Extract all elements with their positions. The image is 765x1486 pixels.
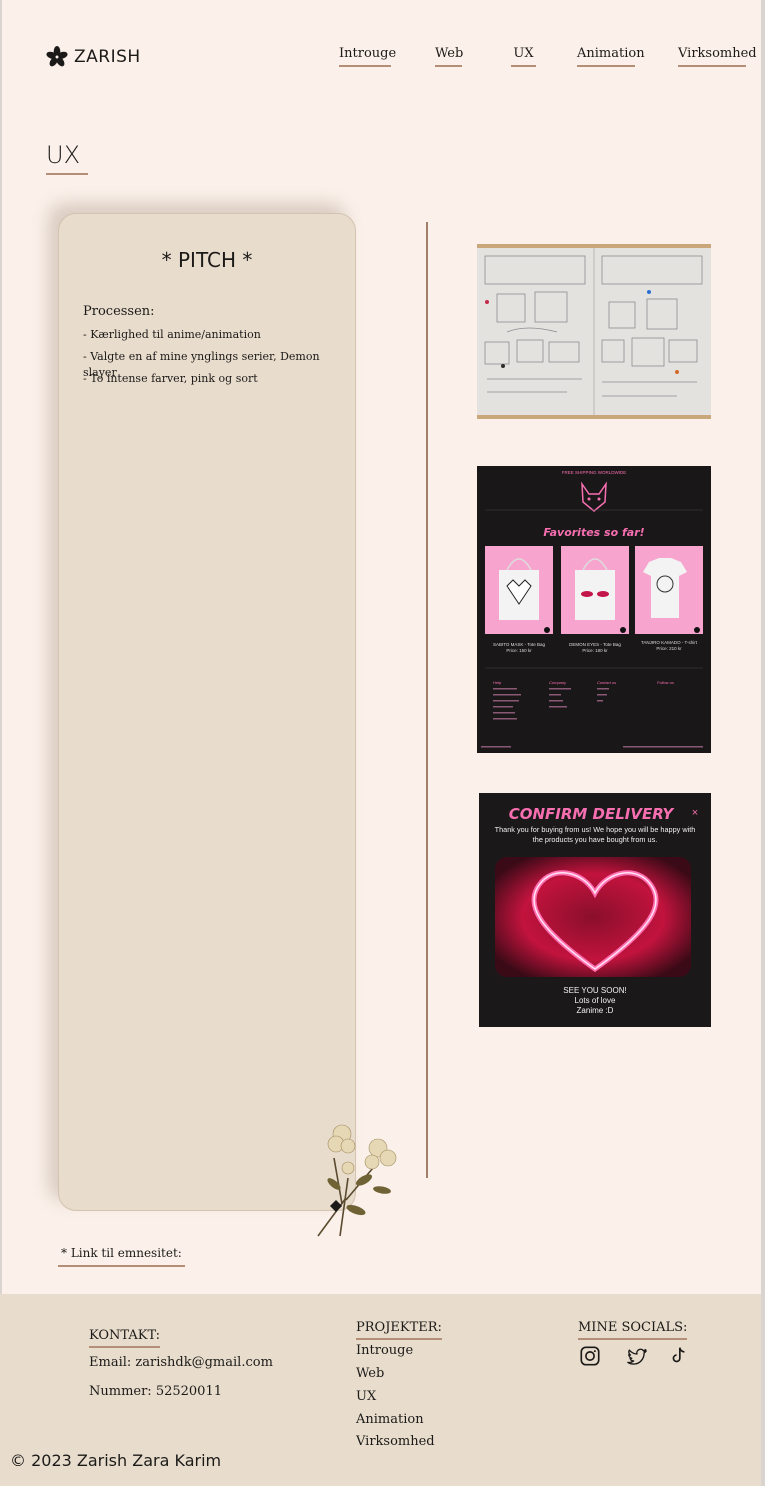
footer-socials-heading: MINE SOCIALS: bbox=[578, 1320, 688, 1340]
shop-heading: Favorites so far! bbox=[543, 526, 644, 539]
pitch-item: - Valgte en af mine ynglings serier, Dem… bbox=[83, 350, 320, 379]
product-price: Price: 210 kr bbox=[656, 646, 682, 651]
confirm-line: Lots of love bbox=[575, 996, 616, 1005]
pitch-list: - Kærlighed til anime/animation - Valgte… bbox=[83, 327, 355, 393]
nav-ux[interactable]: UX bbox=[511, 46, 536, 67]
pitch-item: - To intense farver, pink og sort bbox=[83, 372, 258, 385]
logo[interactable]: ZARISH bbox=[46, 46, 141, 68]
pitch-title: * PITCH * bbox=[161, 248, 253, 272]
footer-project-link[interactable]: Introuge bbox=[356, 1343, 413, 1358]
dried-flowers-icon bbox=[317, 1124, 397, 1237]
shop-footer-col: Company bbox=[549, 680, 567, 685]
footer-projects-heading: PROJEKTER: bbox=[356, 1320, 442, 1340]
vertical-divider bbox=[426, 222, 428, 1178]
confirm-mockup-drawing: CONFIRM DELIVERY × Thank you for buying … bbox=[494, 805, 699, 1015]
shop-mockup: FREE SHIPPING WORLDWIDE Favorites so far… bbox=[477, 466, 711, 753]
footer-project-link[interactable]: Web bbox=[356, 1366, 384, 1381]
pitch-item: - Kærlighed til anime/animation bbox=[83, 328, 261, 341]
footer-project-link[interactable]: UX bbox=[356, 1389, 376, 1404]
frame-border-right bbox=[761, 0, 765, 1486]
nav-virksomhed[interactable]: Virksomhed bbox=[678, 46, 757, 67]
shop-mockup-drawing: FREE SHIPPING WORLDWIDE Favorites so far… bbox=[481, 470, 703, 748]
fox-mask-logo-icon bbox=[581, 481, 607, 512]
product-name: DEMON EYES - Tote Bag bbox=[569, 642, 621, 647]
product-name: TANJIRO KAMADO - T-shirt bbox=[641, 640, 698, 645]
frame-border-left bbox=[0, 0, 2, 1486]
confirm-body: Thank you for buying from us! We hope yo… bbox=[494, 825, 696, 844]
pitch-card: * PITCH * Processen: - Kærlighed til ani… bbox=[58, 213, 356, 1211]
shop-footer-col: Contact us bbox=[597, 680, 616, 685]
footer-project-link[interactable]: Animation bbox=[356, 1412, 424, 1427]
footer-email[interactable]: Email: zarishdk@gmail.com bbox=[89, 1355, 273, 1370]
course-site-link[interactable]: * Link til emnesitet: bbox=[58, 1246, 185, 1267]
logo-text: ZARISH bbox=[74, 47, 141, 67]
flower-logo-icon bbox=[46, 46, 68, 67]
nav-web[interactable]: Web bbox=[435, 46, 463, 67]
twitter-icon[interactable] bbox=[626, 1346, 648, 1368]
footer-project-link[interactable]: Virksomhed bbox=[356, 1434, 435, 1449]
footer-contact-heading: KONTAKT: bbox=[89, 1328, 161, 1348]
neon-heart-photo bbox=[495, 857, 691, 977]
pitch-subtitle: Processen: bbox=[83, 304, 155, 319]
instagram-icon[interactable] bbox=[579, 1345, 601, 1367]
product-price: Price: 180 kr bbox=[582, 648, 608, 653]
close-icon[interactable]: × bbox=[692, 807, 698, 819]
nav-introuge[interactable]: Introuge bbox=[339, 46, 396, 67]
tiktok-icon[interactable] bbox=[667, 1345, 689, 1367]
confirm-delivery-mockup: CONFIRM DELIVERY × Thank you for buying … bbox=[479, 793, 711, 1027]
shop-footer-col: Follow us bbox=[657, 680, 674, 685]
product-name: SABITO MASK - Tote Bag bbox=[493, 642, 546, 647]
nav-animation[interactable]: Animation bbox=[577, 46, 645, 67]
copyright: © 2023 Zarish Zara Karim bbox=[10, 1451, 222, 1470]
shop-footer-col: Help bbox=[493, 680, 502, 685]
confirm-line: SEE YOU SOON! bbox=[563, 986, 626, 995]
footer-phone: Nummer: 52520011 bbox=[89, 1384, 222, 1399]
shop-banner: FREE SHIPPING WORLDWIDE bbox=[562, 470, 627, 475]
paper-prototype-photo bbox=[477, 244, 711, 419]
product-price: Price: 150 kr bbox=[506, 648, 532, 653]
confirm-title: CONFIRM DELIVERY bbox=[509, 805, 676, 823]
page-title: UX bbox=[46, 141, 88, 175]
confirm-line: Zanime :D bbox=[577, 1006, 614, 1015]
